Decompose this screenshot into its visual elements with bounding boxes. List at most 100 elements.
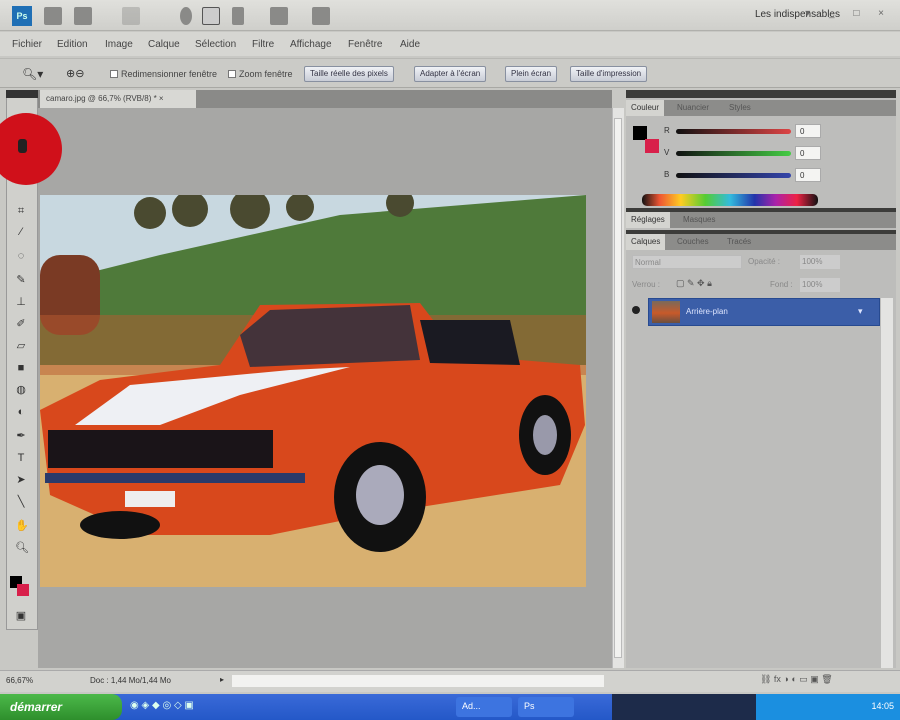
eye-icon[interactable] [632,306,640,314]
fit-screen-button[interactable]: Adapter à l'écran [414,66,487,82]
bridge-icon[interactable] [44,7,62,25]
brush-tool-icon[interactable]: ✎ [15,274,27,286]
blue-channel-label: B [664,170,670,179]
eyedropper-tool-icon[interactable]: ⁄ [15,226,27,238]
clock: 14:05 [871,701,894,711]
red-value-input[interactable]: 0 [795,124,821,138]
scrollbar-thumb[interactable] [614,118,622,658]
zoom-level[interactable]: 66,67% [6,676,33,685]
menu-filtre[interactable]: Filtre [252,39,274,50]
tab-couches[interactable]: Couches [672,234,714,250]
menu-image[interactable]: Image [105,39,133,50]
type-tool-icon[interactable]: T [15,452,27,464]
background-color-swatch[interactable] [17,584,29,596]
tab-traces[interactable]: Tracés [722,234,756,250]
green-value-input[interactable]: 0 [795,146,821,160]
car-photo[interactable] [40,195,586,587]
tab-couleur[interactable]: Couleur [626,100,665,116]
red-channel-label: R [664,126,670,135]
opacity-input[interactable]: 100% [800,255,840,269]
start-button[interactable]: démarrer [0,694,122,720]
tab-masques[interactable]: Masques [678,212,720,228]
quick-mask-icon[interactable]: ▣ [15,610,27,622]
layer-name[interactable]: Arrière-plan [686,307,728,316]
zoom-all-windows-checkbox[interactable]: Zoom fenêtre [228,69,293,79]
close-icon[interactable]: × [159,94,164,103]
pen-tool-icon[interactable]: ✒ [15,430,27,442]
lock-icons[interactable]: ▢ ✎ ✥ 🔒︎ [676,278,712,289]
hand-tool-icon[interactable] [180,7,192,25]
menu-affichage[interactable]: Affichage [290,39,332,50]
dodge-tool-icon[interactable]: ◐ [15,406,27,418]
zoom-level-icon[interactable] [122,7,140,25]
status-menu-arrow-icon[interactable]: ▸ [220,675,224,684]
tab-nuancier[interactable]: Nuancier [672,100,714,116]
zoom-preset-icon[interactable]: 🔍︎▾ [22,67,43,81]
photoshop-logo[interactable]: Ps [12,6,32,26]
healing-tool-icon[interactable]: ◌ [15,250,27,262]
opacity-label: Opacité : [748,257,781,266]
adjustments-panel-tabs: Réglages Masques [626,212,896,228]
path-selection-icon[interactable]: ➤ [15,474,27,486]
color-spectrum-bar[interactable] [642,194,818,206]
menu-calque[interactable]: Calque [148,39,180,50]
options-bar: 🔍︎▾ ⊕⊖ Redimensionner fenêtre Zoom fenêt… [0,58,900,88]
layer-options-icon[interactable]: ▾ [858,306,863,317]
print-size-button[interactable]: Taille d'impression [570,66,648,82]
menu-fenetre[interactable]: Fenêtre [348,39,382,50]
checkbox-label: Zoom fenêtre [239,69,293,79]
zoom-in-out-icon[interactable]: ⊕⊖ [66,67,84,80]
red-slider[interactable] [676,129,791,134]
actual-pixels-button[interactable]: Taille réelle des pixels [304,66,394,82]
menu-selection[interactable]: Sélection [195,39,236,50]
status-bar: 66,67% Doc : 1,44 Mo/1,44 Mo ▸ ⛓ fx ◑ ◐ … [0,670,900,692]
fill-screen-button[interactable]: Plein écran [505,66,558,82]
panel-dock-header[interactable] [626,90,896,98]
shape-tool-icon[interactable]: ╲ [15,496,27,508]
document-info: Doc : 1,44 Mo/1,44 Mo [90,676,171,685]
lock-label: Verrou : [632,280,661,289]
blue-slider[interactable] [676,173,791,178]
blend-mode-select[interactable]: Normal [632,255,742,269]
tab-styles[interactable]: Styles [724,100,756,116]
zoom-tool-icon[interactable] [202,7,220,25]
media-toolbar[interactable] [612,694,756,720]
screen-mode-icon[interactable] [312,7,330,25]
layer-row[interactable] [648,298,880,326]
gradient-tool-icon[interactable]: ■ [15,362,27,374]
document-tab-label: camaro.jpg @ 66,7% (RVB/8) * [46,94,157,103]
window-controls[interactable]: ▾ _ □ × [805,8,892,19]
document-tab[interactable]: camaro.jpg @ 66,7% (RVB/8) * × [40,90,196,108]
green-slider[interactable] [676,151,791,156]
taskbar-item-photoshop[interactable]: Ps [518,697,574,717]
zoom-tool-icon[interactable]: 🔍︎ [15,542,29,554]
crop-tool-icon[interactable]: ⌗ [15,205,27,217]
resize-windows-checkbox[interactable]: Redimensionner fenêtre [110,69,217,79]
quick-launch-icons[interactable]: ◉ ◈ ◆ ◎ ◇ ▣ [130,700,194,711]
panel-background-swatch[interactable] [645,139,659,153]
panel-foreground-swatch[interactable] [633,126,647,140]
stamp-tool-icon[interactable]: ⊥ [15,296,27,308]
tab-reglages[interactable]: Réglages [626,212,670,228]
eraser-tool-icon[interactable]: ▱ [15,340,27,352]
menu-fichier[interactable]: Fichier [12,39,42,50]
blur-tool-icon[interactable]: ◍ [15,384,27,396]
fill-input[interactable]: 100% [800,278,840,292]
view-extras-icon[interactable] [74,7,92,25]
menu-edition[interactable]: Edition [57,39,88,50]
tools-panel-header[interactable] [6,90,38,98]
tab-calques[interactable]: Calques [626,234,666,250]
blue-value-input[interactable]: 0 [795,168,821,182]
fill-label: Fond : [770,280,793,289]
rotate-view-icon[interactable] [232,7,244,25]
hand-tool-icon[interactable]: ✋ [15,520,29,532]
history-brush-icon[interactable]: ✐ [15,318,27,330]
layer-panel-footer-icons[interactable]: ⛓ fx ◑ ◐ ▭ ▣ 🗑︎ [760,674,833,685]
menu-aide[interactable]: Aide [400,39,420,50]
horizontal-scrollbar[interactable] [232,675,604,687]
taskbar-item[interactable]: Ad... [456,697,512,717]
checkbox-label: Redimensionner fenêtre [121,69,218,79]
arrange-documents-icon[interactable] [270,7,288,25]
layer-thumbnail [652,301,680,323]
layers-scrollbar[interactable] [881,298,893,668]
